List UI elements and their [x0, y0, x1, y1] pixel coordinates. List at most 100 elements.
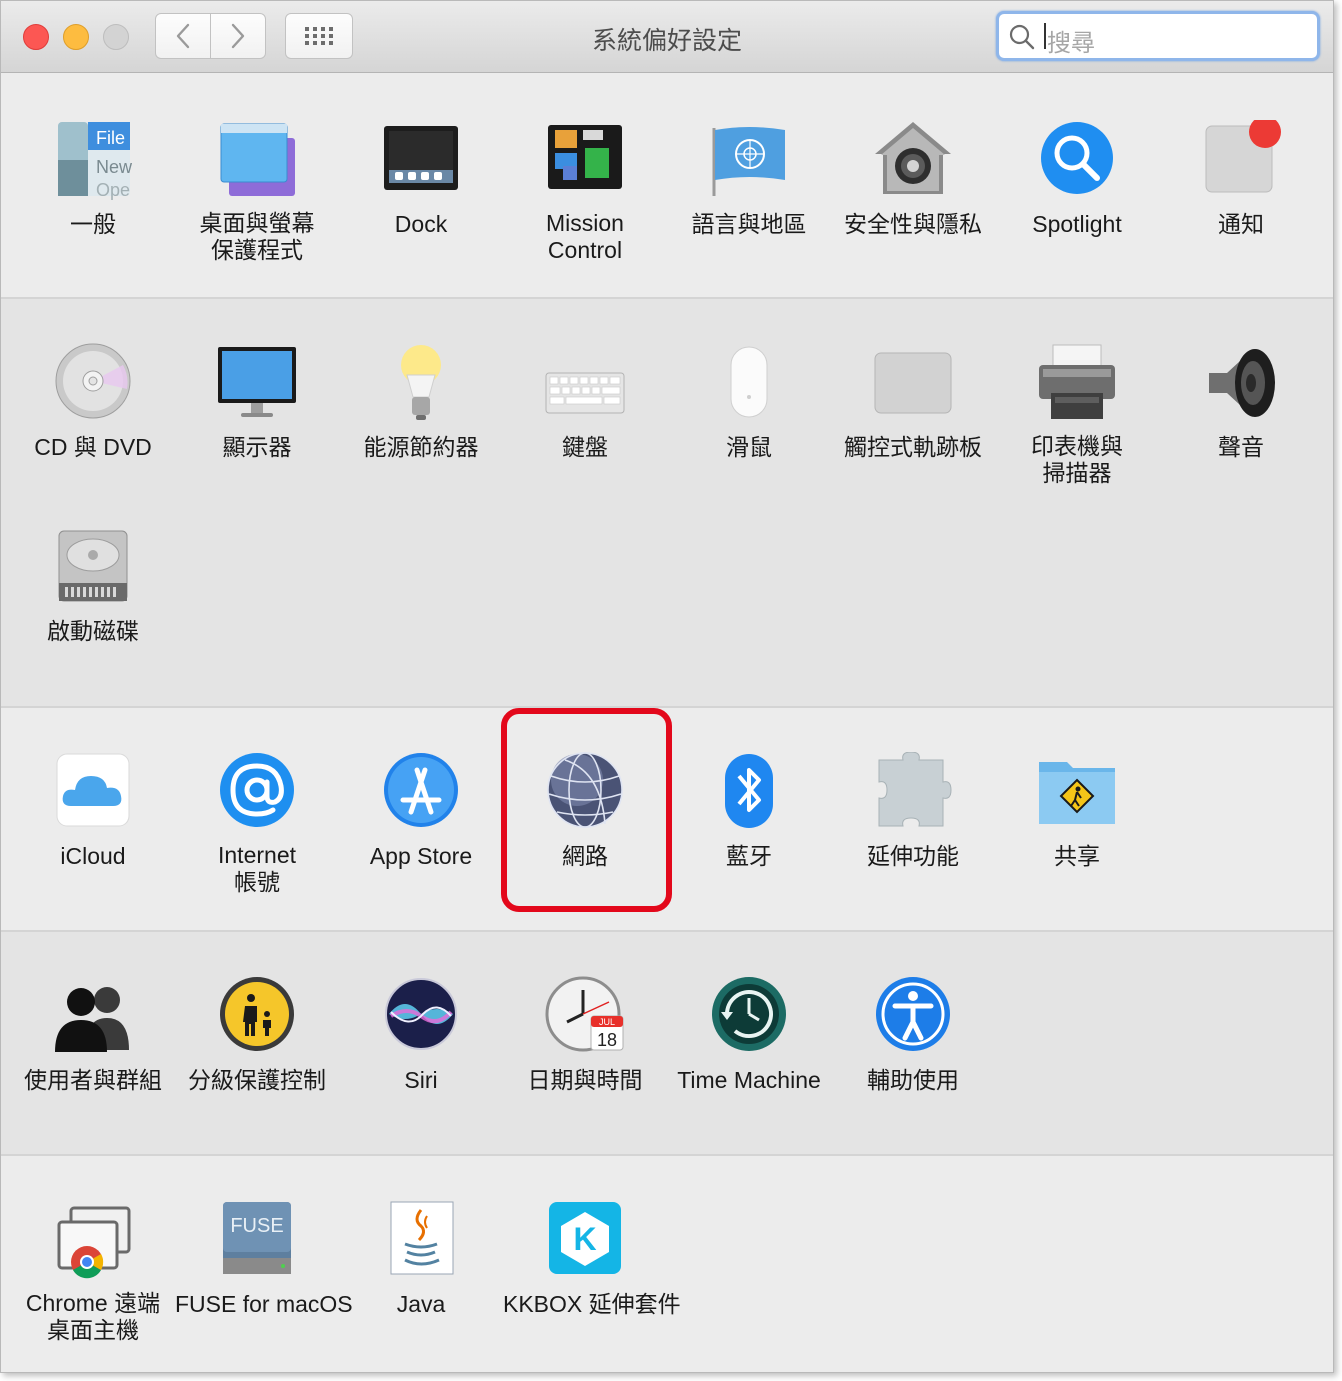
mission-control-icon [545, 120, 625, 200]
siri-icon [381, 976, 461, 1056]
pane-chrome-remote-desktop[interactable]: Chrome 遠端 桌面主機 [11, 1200, 175, 1344]
pane-trackpad[interactable]: 觸控式軌跡板 [831, 343, 995, 461]
pane-label: 能源節約器 [363, 434, 479, 460]
calendar-month-text: JUL [599, 1017, 615, 1027]
house-lock-icon [873, 120, 953, 200]
pane-accessibility[interactable]: 輔助使用 [831, 976, 995, 1094]
pane-energy-saver[interactable]: 能源節約器 [339, 343, 503, 461]
pane-label: 滑鼠 [726, 434, 772, 460]
speaker-icon [1201, 343, 1281, 423]
pane-parental-controls[interactable]: 分級保護控制 [175, 976, 339, 1094]
pane-printers-scanners[interactable]: 印表機與 掃描器 [995, 343, 1159, 487]
pane-label: 輔助使用 [867, 1067, 959, 1093]
pane-sound[interactable]: 聲音 [1159, 343, 1323, 461]
pane-label: 安全性與隱私 [844, 211, 982, 237]
calendar-day-text: 18 [597, 1030, 617, 1050]
icloud-icon [53, 752, 133, 832]
pane-label: Spotlight [1032, 211, 1122, 237]
keyboard-icon [545, 343, 625, 423]
pane-mission-control[interactable]: Mission Control [503, 120, 667, 264]
general-icon: File New Ope [53, 120, 133, 200]
kkbox-letter-text: K [573, 1221, 596, 1257]
pane-time-machine[interactable]: Time Machine [667, 976, 831, 1094]
pane-label: Java [396, 1291, 446, 1317]
pane-general[interactable]: File New Ope 一般 [11, 120, 175, 238]
pane-desktop-screensaver[interactable]: 桌面與螢幕 保護程式 [175, 120, 339, 264]
un-flag-icon [709, 120, 789, 200]
pane-displays[interactable]: 顯示器 [175, 343, 339, 461]
search-icon [1009, 24, 1035, 50]
parental-controls-icon [217, 976, 297, 1056]
search-field[interactable]: 搜尋 [996, 11, 1320, 61]
sharing-folder-icon [1037, 752, 1117, 832]
pane-extensions[interactable]: 延伸功能 [831, 751, 995, 870]
lightbulb-icon [381, 343, 461, 423]
pane-app-store[interactable]: App Store [339, 752, 503, 870]
fuse-label-text: FUSE [230, 1215, 283, 1237]
pane-java[interactable]: Java [339, 1200, 503, 1318]
pane-label: Mission Control [546, 210, 624, 263]
pane-language-region[interactable]: 語言與地區 [667, 120, 831, 238]
disc-icon [53, 343, 133, 423]
dock-icon [381, 120, 461, 200]
pane-label: 啟動磁碟 [47, 618, 139, 644]
text-caret [1044, 23, 1046, 49]
pane-label: CD 與 DVD [34, 434, 152, 460]
pane-keyboard[interactable]: 鍵盤 [503, 343, 667, 461]
pane-label: 分級保護控制 [188, 1067, 326, 1093]
app-store-icon [381, 752, 461, 832]
section-hardware: CD 與 DVD 顯示器 能源節約器 鍵盤 滑鼠 觸控式軌跡板 印表機與 掃描器… [1, 299, 1333, 708]
pane-startup-disk[interactable]: 啟動磁碟 [11, 527, 175, 645]
hard-drive-icon [53, 527, 133, 607]
pane-label: Dock [394, 211, 448, 237]
pane-fuse-for-macos[interactable]: FUSE FUSE for macOS [175, 1200, 353, 1318]
pane-label: iCloud [60, 843, 126, 869]
pane-bluetooth[interactable]: 藍牙 [667, 752, 831, 870]
desktop-icon [217, 120, 297, 200]
pane-label: 語言與地區 [691, 211, 807, 237]
search-placeholder: 搜尋 [1047, 30, 1095, 57]
title-bar: 系統偏好設定 搜尋 [1, 1, 1333, 73]
pane-kkbox-extension[interactable]: K KKBOX 延伸套件 [503, 1200, 681, 1318]
general-new-text: New [96, 157, 133, 177]
pane-internet-accounts[interactable]: Internet 帳號 [175, 752, 339, 896]
clock-calendar-icon: JUL 18 [545, 976, 625, 1056]
section-personal: File New Ope 一般 桌面與螢幕 保護程式 Dock Mission … [1, 73, 1333, 299]
pane-label: 通知 [1218, 211, 1264, 237]
trackpad-icon [873, 343, 953, 423]
accessibility-icon [873, 976, 953, 1056]
printer-icon [1037, 343, 1117, 423]
pane-label: Chrome 遠端 桌面主機 [25, 1290, 161, 1343]
pane-label: 一般 [70, 211, 116, 237]
pane-label: Internet 帳號 [218, 842, 296, 895]
pane-label: 藍牙 [726, 843, 772, 869]
fuse-drive-icon: FUSE [217, 1200, 297, 1280]
pane-date-time[interactable]: JUL 18 日期與時間 [503, 976, 667, 1094]
pane-dock[interactable]: Dock [339, 120, 503, 238]
pane-siri[interactable]: Siri [339, 976, 503, 1094]
pane-spotlight[interactable]: Spotlight [995, 120, 1159, 238]
pane-label: 聲音 [1218, 434, 1264, 460]
pane-label: Time Machine [677, 1067, 821, 1093]
pane-cd-dvd[interactable]: CD 與 DVD [11, 343, 175, 461]
pane-security-privacy[interactable]: 安全性與隱私 [831, 120, 995, 238]
pane-label: 印表機與 掃描器 [1031, 433, 1123, 486]
pane-label: 觸控式軌跡板 [844, 434, 982, 460]
network-highlight-box [501, 708, 672, 912]
pane-label: KKBOX 延伸套件 [503, 1291, 681, 1317]
pane-label: 延伸功能 [867, 843, 959, 869]
pane-label: 共享 [1054, 843, 1100, 869]
pane-notifications[interactable]: 通知 [1159, 116, 1323, 238]
pane-icloud[interactable]: iCloud [11, 752, 175, 870]
spotlight-icon [1037, 120, 1117, 200]
time-machine-icon [709, 976, 789, 1056]
pane-users-groups[interactable]: 使用者與群組 [11, 976, 175, 1094]
users-icon [53, 976, 133, 1056]
mouse-icon [709, 343, 789, 423]
pane-label: 鍵盤 [562, 434, 608, 460]
notifications-icon [1201, 116, 1281, 200]
display-icon [217, 343, 297, 423]
pane-sharing[interactable]: 共享 [995, 752, 1159, 870]
pane-mouse[interactable]: 滑鼠 [667, 343, 831, 461]
section-other: Chrome 遠端 桌面主機 FUSE FUSE for macOS Java … [1, 1156, 1333, 1372]
